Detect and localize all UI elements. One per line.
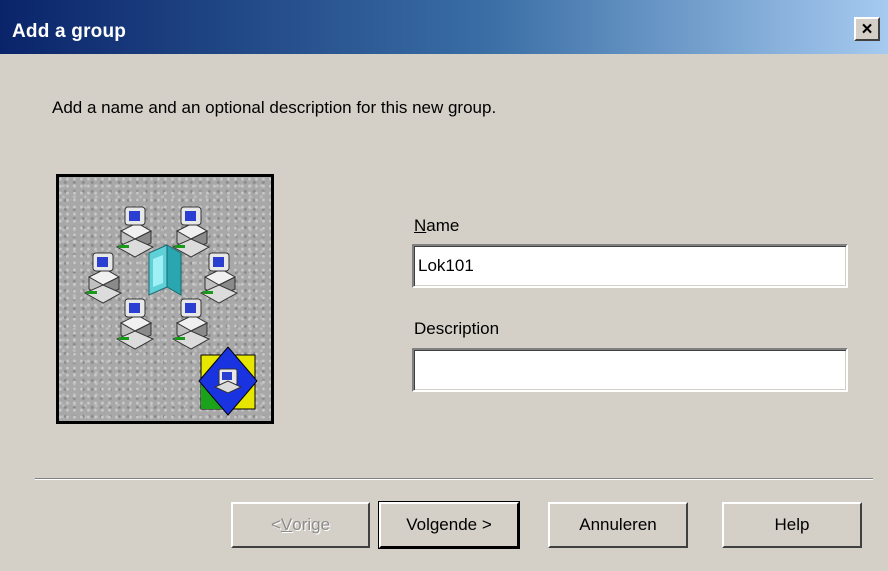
help-button[interactable]: Help	[722, 502, 862, 548]
intro-text: Add a name and an optional description f…	[52, 98, 497, 117]
network-badge	[198, 346, 258, 416]
separator	[35, 478, 873, 480]
description-input[interactable]	[418, 360, 842, 380]
close-icon: ×	[861, 18, 873, 40]
back-button[interactable]: < Vorige	[231, 502, 370, 548]
description-field[interactable]	[412, 348, 848, 392]
cancel-button[interactable]: Annuleren	[548, 502, 688, 548]
folder-icon	[148, 244, 182, 296]
name-input[interactable]	[418, 256, 842, 276]
group-computers-icon	[84, 206, 258, 416]
window-title: Add a group	[12, 21, 127, 42]
name-field[interactable]	[412, 244, 848, 288]
next-button[interactable]: Volgende >	[378, 501, 520, 549]
name-label: Name	[414, 216, 460, 235]
group-illustration	[56, 174, 274, 424]
close-button[interactable]: ×	[854, 17, 880, 41]
description-label: Description	[414, 319, 500, 338]
title-bar[interactable]: Add a group ×	[0, 0, 888, 54]
